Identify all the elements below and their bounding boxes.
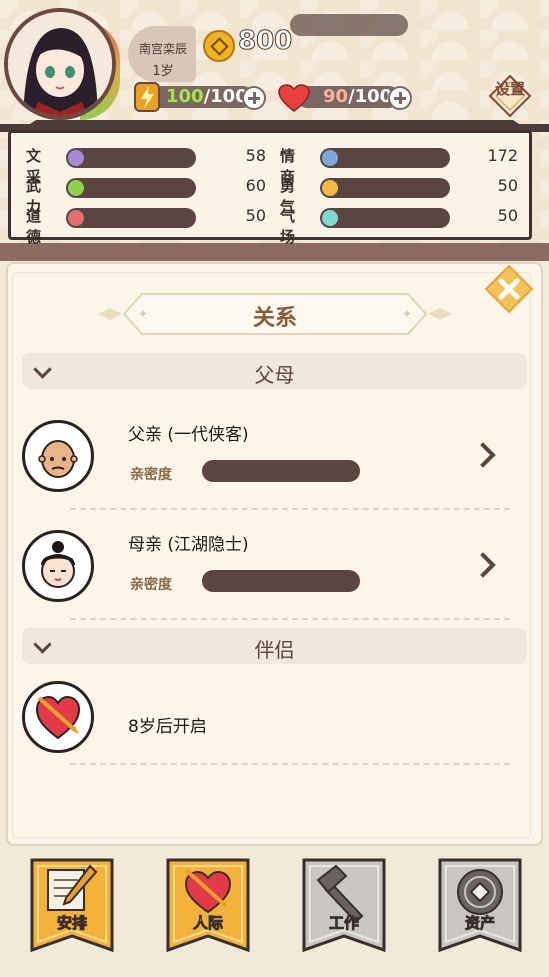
panel-title: 关系 bbox=[252, 306, 297, 331]
tab-arrange-label: 安排 bbox=[56, 914, 88, 933]
pencil-paper-icon bbox=[30, 858, 114, 953]
relation-row-father[interactable]: 父亲 (一代侠客) 亲密度 bbox=[22, 420, 527, 520]
stat-dot-icon bbox=[322, 210, 338, 226]
father-name: 父亲 (一代侠客) bbox=[128, 425, 249, 445]
add-health-button[interactable] bbox=[388, 86, 412, 110]
coin-pill bbox=[290, 14, 408, 36]
energy-value: 100/100 bbox=[166, 86, 248, 107]
health-heart-icon bbox=[278, 84, 310, 112]
player-age: 1岁 bbox=[152, 64, 174, 79]
player-name: 南宫栾辰 bbox=[138, 42, 187, 56]
father-intimacy-bar bbox=[202, 460, 360, 482]
mother-intimacy-bar bbox=[202, 570, 360, 592]
add-energy-button[interactable] bbox=[242, 86, 266, 110]
tab-social[interactable]: 人际 bbox=[166, 858, 250, 954]
coin-icon bbox=[203, 30, 235, 62]
relation-row-partner bbox=[22, 681, 527, 771]
chevron-right-icon[interactable] bbox=[470, 552, 496, 578]
stat-dot-icon bbox=[68, 210, 84, 226]
coin-count: 800 bbox=[237, 26, 293, 57]
section-header-parents[interactable]: 父母 bbox=[22, 353, 527, 389]
close-icon[interactable] bbox=[484, 264, 534, 314]
tab-work-label: 工作 bbox=[328, 914, 360, 933]
father-portrait bbox=[22, 420, 94, 492]
mother-intimacy-label: 亲密度 bbox=[130, 577, 172, 593]
stat-dot-icon bbox=[322, 150, 338, 166]
tab-arrange[interactable]: 安排 bbox=[30, 858, 114, 954]
row-divider bbox=[70, 763, 510, 765]
heart-arrow-icon bbox=[166, 858, 250, 953]
mother-portrait bbox=[22, 530, 94, 602]
tab-assets[interactable]: 资产 bbox=[438, 858, 522, 954]
father-intimacy-label: 亲密度 bbox=[130, 467, 172, 483]
mother-name: 母亲 (江湖隐士) bbox=[128, 535, 249, 555]
player-avatar[interactable] bbox=[4, 8, 120, 120]
tab-assets-label: 资产 bbox=[464, 914, 496, 933]
hammer-icon bbox=[302, 858, 386, 953]
header-divider-band bbox=[0, 243, 549, 261]
section-header-partner[interactable]: 伴侣 bbox=[22, 628, 527, 664]
stat-dot-icon bbox=[322, 180, 338, 196]
settings-label[interactable]: 设置 bbox=[488, 82, 532, 97]
stat-dot-icon bbox=[68, 150, 84, 166]
chevron-right-icon[interactable] bbox=[470, 442, 496, 468]
avatar-portrait bbox=[4, 8, 116, 120]
health-value: 90/100 bbox=[323, 86, 393, 107]
row-divider bbox=[70, 618, 510, 620]
row-divider bbox=[70, 508, 510, 510]
stat-dot-icon bbox=[68, 180, 84, 196]
tab-social-label: 人际 bbox=[192, 914, 224, 933]
partner-unlock-text: 8岁后开启 bbox=[128, 717, 207, 737]
heart-arrow-icon bbox=[22, 681, 94, 753]
tab-work[interactable]: 工作 bbox=[302, 858, 386, 954]
coin-icon bbox=[438, 858, 522, 953]
energy-bolt-icon bbox=[134, 82, 160, 112]
relation-row-mother[interactable]: 母亲 (江湖隐士) 亲密度 bbox=[22, 530, 527, 630]
